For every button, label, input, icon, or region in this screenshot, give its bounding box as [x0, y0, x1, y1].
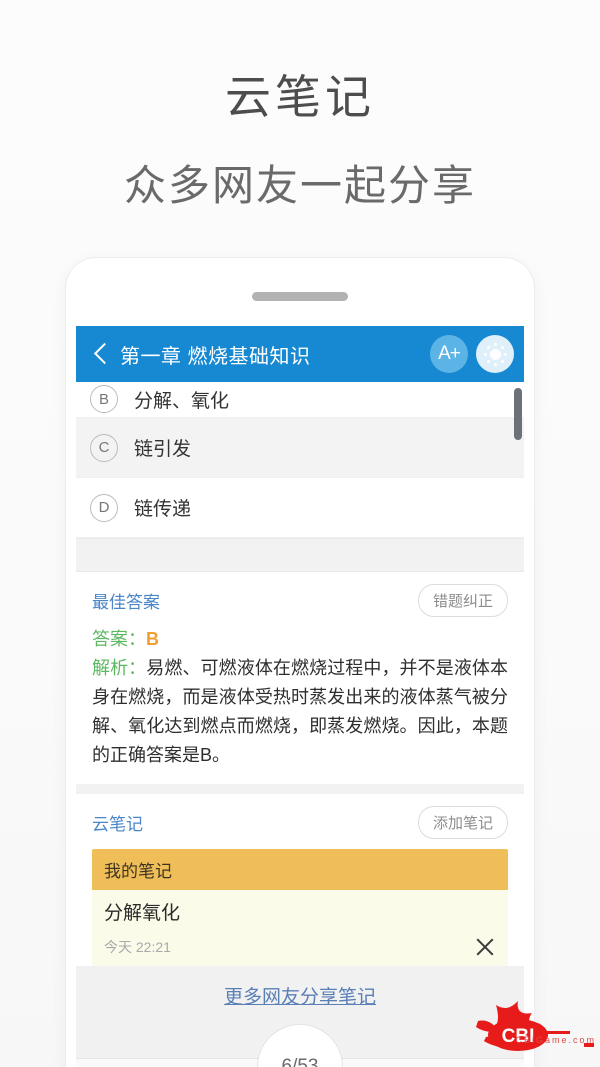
option-row-b[interactable]: B 分解、氧化	[76, 382, 524, 418]
options-list: B 分解、氧化 C 链引发 D 链传递	[76, 382, 524, 538]
promo-title: 云笔记	[225, 71, 375, 123]
note-timestamp: 今天 22:21	[104, 939, 171, 955]
app-header-bar: 第一章 燃烧基础知识 A+	[76, 326, 524, 382]
error-correction-button[interactable]: 错题纠正	[417, 584, 508, 617]
phone-speaker-grille	[252, 292, 348, 301]
cloud-notes-card: 云笔记 添加笔记 我的笔记 分解氧化 今天 22:21	[76, 794, 524, 966]
option-letter: B	[90, 385, 118, 413]
my-notes-banner: 我的笔记	[92, 849, 508, 890]
analysis-label: 解析：	[92, 658, 147, 678]
option-text: 分解、氧化	[134, 391, 230, 412]
more-shared-notes-link[interactable]: 更多网友分享笔记	[224, 987, 376, 1008]
watermark-site-text: CBiGame.com	[515, 1035, 596, 1045]
bottom-toolbar: ☆ 6/53	[76, 1024, 524, 1067]
option-row-d[interactable]: D 链传递	[76, 478, 524, 538]
chapter-title: 第一章 燃烧基础知识	[120, 345, 311, 368]
wrong-answers-button[interactable]	[175, 1064, 245, 1067]
notes-separator	[76, 784, 524, 794]
my-note-box: 我的笔记 分解氧化 今天 22:21	[92, 849, 508, 966]
option-text: 链引发	[134, 439, 192, 460]
cloud-notes-title: 云笔记	[92, 815, 143, 834]
analysis-block: 解析：易燃、可燃液体在燃烧过程中，并不是液体本身在燃烧，而是液体受热时蒸发出来的…	[92, 654, 508, 770]
best-answer-header: 最佳答案 错题纠正	[92, 584, 508, 617]
section-separator	[76, 538, 524, 572]
note-text: 分解氧化	[104, 903, 181, 924]
analysis-text: 易燃、可燃液体在燃烧过程中，并不是液体本身在燃烧，而是液体受热时蒸发出来的液体蒸…	[92, 658, 509, 765]
phone-mockup: 第一章 燃烧基础知识 A+ B 分解、氧化 C 链引发 D 链传递 最佳答案 错…	[66, 258, 534, 1067]
font-size-label: A+	[438, 343, 461, 364]
cloud-notes-header: 云笔记 添加笔记	[92, 806, 508, 839]
font-size-button[interactable]: A+	[430, 335, 468, 373]
prev-question-button[interactable]	[86, 1064, 156, 1067]
app-screen: 第一章 燃烧基础知识 A+ B 分解、氧化 C 链引发 D 链传递 最佳答案 错…	[76, 326, 524, 1067]
option-text: 链传递	[134, 499, 192, 520]
best-answer-card: 最佳答案 错题纠正 答案：B 解析：易燃、可燃液体在燃烧过程中，并不是液体本身在…	[76, 572, 524, 784]
option-row-c[interactable]: C 链引发	[76, 418, 524, 478]
add-note-button[interactable]: 添加笔记	[417, 806, 508, 839]
option-letter: D	[90, 493, 118, 522]
close-x-icon[interactable]	[474, 936, 496, 958]
brightness-sun-icon	[482, 341, 508, 367]
back-chevron-icon[interactable]	[88, 339, 114, 369]
note-body: 分解氧化 今天 22:21	[92, 890, 508, 966]
option-letter: C	[90, 433, 118, 462]
brightness-button[interactable]	[476, 335, 514, 373]
answer-label: 答案：	[92, 629, 146, 649]
note-footer: 今天 22:21	[104, 936, 496, 958]
favorite-button[interactable]: ☆	[355, 1064, 425, 1067]
vertical-scrollbar-thumb[interactable]	[514, 388, 522, 440]
answer-value: B	[146, 629, 159, 649]
promo-subtitle: 众多网友一起分享	[123, 162, 476, 209]
answer-line: 答案：B	[92, 625, 508, 653]
best-answer-title: 最佳答案	[92, 593, 160, 612]
next-question-button[interactable]	[444, 1064, 514, 1067]
screenshot-root: 云笔记 众多网友一起分享 第一章 燃烧基础知识 A+ B 分解、氧化 C 链引发…	[0, 0, 600, 1067]
